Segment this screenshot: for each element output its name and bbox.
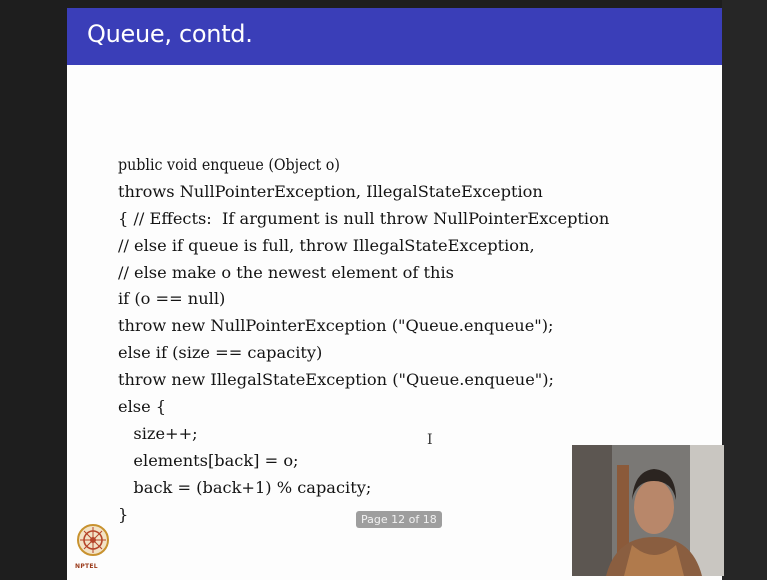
presenter-video: [572, 445, 724, 576]
code-line: throw new IllegalStateException ("Queue.…: [118, 370, 555, 390]
video-frame-right-border: [722, 0, 767, 580]
code-line: // else make o the newest element of thi…: [118, 262, 454, 282]
slide-title-bar: Queue, contd.: [67, 8, 722, 65]
logo-label: NPTEL: [75, 563, 98, 570]
text-cursor-icon: I: [427, 432, 433, 448]
code-line: // else if queue is full, throw IllegalS…: [118, 235, 535, 255]
code-line: throws NullPointerException, IllegalStat…: [118, 181, 543, 201]
code-line: public void enqueue (Object o): [118, 155, 340, 174]
slide-title: Queue, contd.: [87, 20, 253, 48]
code-line: throw new NullPointerException ("Queue.e…: [118, 316, 554, 336]
presenter-image: [572, 445, 724, 576]
code-line: else if (size == capacity): [118, 343, 323, 363]
page-indicator: Page 12 of 18: [356, 511, 442, 528]
code-line: size++;: [118, 423, 198, 443]
code-block: public void enqueue (Object o) throws Nul…: [118, 152, 609, 528]
code-line: elements[back] = o;: [118, 450, 299, 470]
code-line: else {: [118, 397, 167, 417]
code-line: back = (back+1) % capacity;: [118, 477, 372, 497]
code-line: { // Effects: If argument is null throw …: [118, 208, 610, 228]
code-line: if (o == null): [118, 289, 226, 309]
